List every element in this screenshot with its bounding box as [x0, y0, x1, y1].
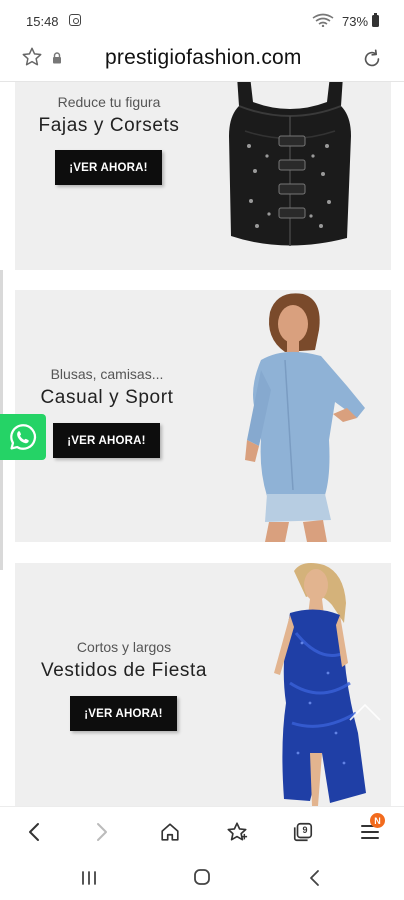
- banner-casual-sport[interactable]: Blusas, camisas... Casual y Sport ¡VER A…: [15, 290, 391, 542]
- banner-subtitle: Reduce tu figura: [57, 94, 161, 110]
- browser-toolbar: 9: [0, 806, 404, 856]
- banner-title: Vestidos de Fiesta: [40, 660, 208, 681]
- banner-subtitle: Cortos y largos: [76, 639, 172, 655]
- battery-icon: [372, 13, 379, 27]
- wifi-icon: [312, 13, 334, 27]
- back-button[interactable]: [19, 817, 49, 847]
- whatsapp-icon: [10, 424, 37, 450]
- reload-icon[interactable]: [361, 48, 383, 70]
- blue-sequin-dress-model-image: [274, 563, 366, 806]
- bookmark-star-icon: [227, 822, 248, 841]
- lock-icon: [53, 52, 61, 64]
- forward-button[interactable]: [87, 817, 117, 847]
- banner-party-dresses[interactable]: Cortos y largos Vestidos de Fiesta ¡VER …: [15, 563, 391, 806]
- home-icon: [161, 823, 179, 841]
- system-navigation-bar: [0, 856, 404, 900]
- url-field[interactable]: prestigiofashion.com: [105, 46, 302, 70]
- system-back-icon[interactable]: [308, 869, 322, 887]
- home-circle-icon[interactable]: [193, 868, 211, 886]
- banner-title: Fajas y Corsets: [38, 115, 180, 136]
- battery-percentage: 73%: [342, 14, 369, 29]
- address-bar: prestigiofashion.com: [0, 40, 404, 82]
- banner-corsets[interactable]: Reduce tu figura Fajas y Corsets ¡VER AH…: [15, 82, 391, 270]
- view-now-button[interactable]: ¡VER AHORA!: [55, 150, 162, 185]
- recent-apps-icon[interactable]: [80, 870, 98, 886]
- slider-next-arrow[interactable]: [348, 692, 382, 722]
- banner-title: Casual y Sport: [40, 387, 174, 408]
- status-time: 15:48: [26, 14, 59, 29]
- notification-badge: N: [370, 813, 385, 828]
- view-now-button[interactable]: ¡VER AHORA!: [70, 696, 177, 731]
- instagram-notification-icon: [69, 14, 81, 26]
- tabs-count: 9: [302, 825, 308, 835]
- banner-subtitle: Blusas, camisas...: [50, 366, 164, 382]
- denim-shirt-model-image: [245, 293, 365, 542]
- status-bar: 15:48 73%: [0, 0, 404, 40]
- tabs-button[interactable]: 9: [288, 817, 318, 847]
- home-button[interactable]: [155, 817, 185, 847]
- view-now-button[interactable]: ¡VER AHORA!: [53, 423, 160, 458]
- page-content: Reduce tu figura Fajas y Corsets ¡VER AH…: [0, 82, 404, 806]
- bookmark-star-icon[interactable]: [21, 46, 43, 68]
- whatsapp-button[interactable]: [0, 414, 46, 460]
- corset-image: [229, 82, 351, 246]
- forward-arrow-icon: [97, 823, 107, 841]
- back-arrow-icon: [29, 823, 39, 841]
- bookmarks-button[interactable]: [222, 817, 252, 847]
